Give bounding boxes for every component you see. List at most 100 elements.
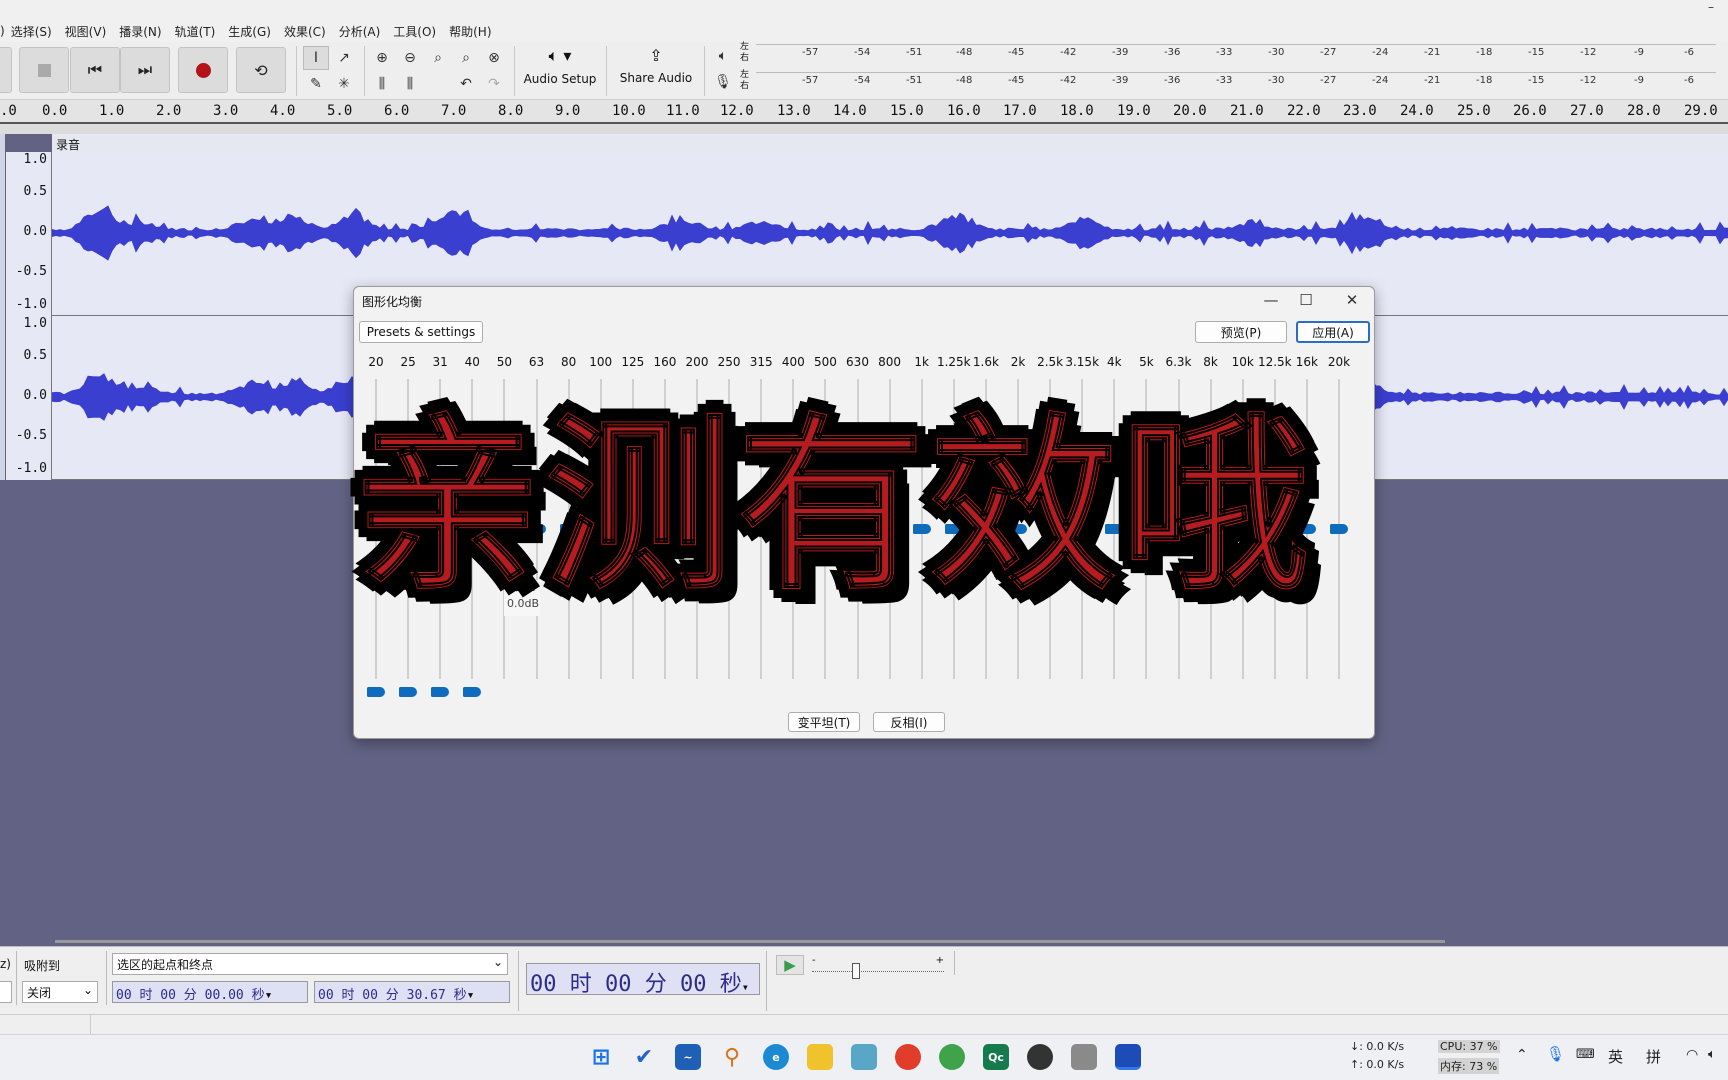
selection-tool-icon[interactable]: I <box>303 46 329 70</box>
zoom-toggle-icon[interactable]: ⊗ <box>481 46 507 70</box>
selection-end-time[interactable]: 00 时 00 分 30.67 秒▾ <box>314 981 510 1003</box>
audio-setup-button[interactable]: 🔈︎ ▾ Audio Setup <box>522 46 598 96</box>
keyboard-icon[interactable]: ⌨ <box>1576 1047 1595 1062</box>
audio-position-value: 00 时 00 分 00 秒 <box>530 972 742 997</box>
volume-icon[interactable]: 🔈︎ <box>1708 1047 1716 1062</box>
input-method[interactable]: 拼 <box>1646 1046 1661 1067</box>
record-meter[interactable]: -57 -54 -51 -48 -45 -42 -39 -36 -33 -30 … <box>756 70 1716 92</box>
playback-meter[interactable]: -57 -54 -51 -48 -45 -42 -39 -36 -33 -30 … <box>756 42 1716 64</box>
stop-button[interactable] <box>19 47 69 93</box>
ruler-label: 13.0 <box>777 103 811 119</box>
redo-icon[interactable]: ↷ <box>481 72 507 96</box>
zoom-in-icon[interactable]: ⊕ <box>369 46 395 70</box>
qc-app-icon[interactable]: Qc <box>983 1044 1009 1070</box>
multi-tool-icon[interactable]: ✳ <box>331 72 357 96</box>
record-meter-icon[interactable]: 🎙︎ <box>710 70 736 94</box>
menu-help[interactable]: 帮助(H) <box>449 23 491 40</box>
audio-position-time[interactable]: 00 时 00 分 00 秒▾ <box>526 963 760 997</box>
timeline-ruler[interactable]: .0 0.0 1.0 2.0 3.0 4.0 5.0 6.0 7.0 8.0 9… <box>0 100 1728 124</box>
microphone-app-icon[interactable] <box>1071 1044 1097 1070</box>
file-explorer-icon[interactable] <box>807 1044 833 1070</box>
y-tick: -1.0 <box>15 297 47 312</box>
loop-icon: ⟲ <box>254 60 268 80</box>
eq-slider-thumb[interactable] <box>399 687 418 697</box>
invert-button[interactable]: 反相(I) <box>873 712 945 732</box>
maximize-icon[interactable]: ☐ <box>1291 289 1321 311</box>
menu-select[interactable]: 选择(S) <box>11 23 52 40</box>
rate-select[interactable] <box>0 981 12 1003</box>
fit-selection-icon[interactable]: ⌕ <box>425 46 451 70</box>
meter-tick: -39 <box>1112 47 1129 58</box>
playback-speed-slider[interactable]: - + <box>812 955 944 979</box>
undo-icon[interactable]: ↶ <box>453 72 479 96</box>
chevron-down-icon: ⌄ <box>82 983 93 997</box>
menu-generate[interactable]: 生成(G) <box>228 23 271 40</box>
chevron-down-icon: ▾ <box>466 988 475 1003</box>
ruler-label: 26.0 <box>1513 103 1547 119</box>
menu-analyze[interactable]: 分析(A) <box>339 23 381 40</box>
ruler-label: 22.0 <box>1287 103 1321 119</box>
ruler-label: 2.0 <box>156 103 182 119</box>
share-audio-button[interactable]: ⇪ Share Audio <box>614 46 698 96</box>
draw-tool-icon[interactable]: ✎ <box>303 72 329 96</box>
app-icon[interactable] <box>851 1044 877 1070</box>
chevron-up-icon[interactable]: ⌃ <box>1516 1047 1528 1063</box>
edge-browser-icon[interactable]: e <box>763 1044 789 1070</box>
apply-button[interactable]: 应用(A) <box>1296 321 1370 343</box>
slider-thumb[interactable] <box>852 963 860 979</box>
menu-effect[interactable]: 效果(C) <box>284 23 326 40</box>
divider <box>954 951 955 975</box>
meter-tick: -6 <box>1684 75 1694 86</box>
eq-slider-thumb[interactable] <box>367 687 385 697</box>
globe-app-icon[interactable] <box>939 1044 965 1070</box>
menu-view[interactable]: 视图(V) <box>65 23 107 40</box>
menu-tracks[interactable]: 轨道(T) <box>175 23 216 40</box>
snap-value: 关闭 <box>27 986 52 1000</box>
wifi-icon[interactable]: ◠ <box>1686 1047 1698 1063</box>
selection-start-value: 00 时 00 分 00.00 秒 <box>116 988 265 1003</box>
eq-slider-thumb[interactable] <box>463 687 482 697</box>
todo-icon[interactable]: ✔ <box>631 1044 657 1070</box>
minimize-icon[interactable]: – <box>1708 0 1714 14</box>
microphone-icon[interactable]: 🎙︎ <box>1546 1045 1565 1063</box>
close-icon[interactable]: ✕ <box>1337 289 1367 311</box>
snap-select[interactable]: 关闭 ⌄ <box>22 981 98 1003</box>
track-name[interactable]: 录音 <box>52 134 1728 152</box>
whiteboard-icon[interactable]: ~ <box>675 1044 701 1070</box>
flatten-button[interactable]: 变平坦(T) <box>788 712 860 732</box>
chrome-browser-icon[interactable] <box>895 1044 921 1070</box>
loop-button[interactable]: ⟲ <box>236 47 286 93</box>
eq-slider-thumb[interactable] <box>431 687 450 697</box>
record-button[interactable] <box>178 47 228 93</box>
skip-start-button[interactable]: ⏮ <box>70 47 120 93</box>
play-icon: ▶ <box>784 956 796 974</box>
input-language[interactable]: 英 <box>1608 1046 1623 1067</box>
minimize-icon[interactable]: — <box>1256 289 1286 311</box>
fit-project-icon[interactable]: ⌕ <box>453 46 479 70</box>
windows-start-icon[interactable]: ⊞ <box>588 1044 614 1070</box>
play-at-speed-button[interactable]: ▶ <box>776 955 804 975</box>
audacity-icon[interactable] <box>1115 1044 1141 1070</box>
horizontal-scrollbar[interactable] <box>55 940 1445 943</box>
presets-settings-button[interactable]: Presets & settings <box>359 321 483 343</box>
skip-end-icon: ⏭ <box>137 60 153 79</box>
silence-icon[interactable]: ⫼ <box>397 72 423 96</box>
search-icon[interactable]: ⚲ <box>719 1044 745 1070</box>
eq-slider-thumb[interactable] <box>1330 524 1348 534</box>
meter-tick: -15 <box>1528 47 1545 58</box>
selection-start-time[interactable]: 00 时 00 分 00.00 秒▾ <box>112 981 308 1003</box>
envelope-tool-icon[interactable]: ↗ <box>331 46 357 70</box>
menu-tools[interactable]: 工具(O) <box>393 23 436 40</box>
selection-mode-select[interactable]: 选区的起点和终点 ⌄ <box>112 953 508 975</box>
pause-button[interactable] <box>0 47 12 93</box>
preview-button[interactable]: 预览(P) <box>1195 321 1287 343</box>
zoom-out-icon[interactable]: ⊖ <box>397 46 423 70</box>
menu-transport[interactable]: 播录(N) <box>119 23 161 40</box>
trim-icon[interactable]: ⫼ <box>369 72 395 96</box>
obs-icon[interactable] <box>1027 1044 1053 1070</box>
playback-meter-icon[interactable]: 🔈︎ <box>710 44 736 68</box>
meter-tick: -36 <box>1164 75 1181 86</box>
ruler-label: 23.0 <box>1343 103 1377 119</box>
skip-end-button[interactable]: ⏭ <box>120 47 170 93</box>
meter-axis <box>756 44 1716 46</box>
